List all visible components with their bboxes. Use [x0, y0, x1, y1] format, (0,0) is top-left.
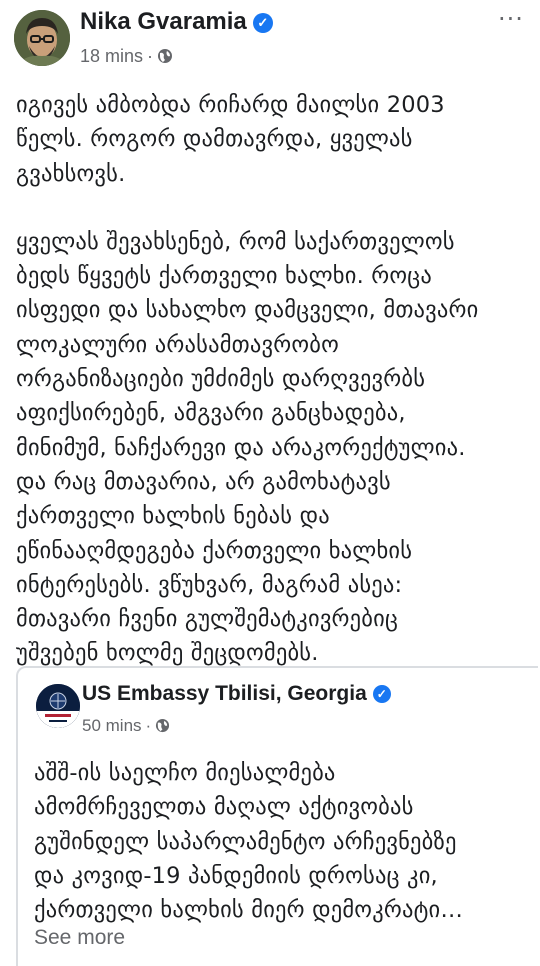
shared-post-text: აშშ-ის საელჩო მიესალმება ამომრჩეველთა მა… — [34, 760, 464, 924]
post-meta: 18 mins · — [80, 46, 173, 69]
avatar-image — [14, 10, 70, 66]
shared-author-name-text[interactable]: US Embassy Tbilisi, Georgia — [82, 682, 367, 705]
author-name-text[interactable]: Nika Gvaramia — [80, 8, 247, 35]
meta-separator: · — [147, 46, 154, 66]
shared-author-avatar[interactable] — [36, 684, 80, 728]
shared-author-name[interactable]: US Embassy Tbilisi, Georgia ✓ — [82, 682, 391, 706]
globe-icon — [157, 48, 173, 69]
meta-separator: · — [145, 716, 152, 735]
author-name[interactable]: Nika Gvaramia ✓ — [80, 8, 273, 36]
post-text: იგივეს ამბობდა რიჩარდ მაილსი 2003 წელს. … — [16, 88, 526, 671]
verified-badge-icon: ✓ — [252, 13, 273, 33]
author-avatar[interactable] — [14, 10, 70, 66]
embassy-seal-icon — [36, 684, 80, 728]
shared-post-meta: 50 mins · — [82, 716, 170, 738]
verified-badge-icon: ✓ — [372, 685, 391, 703]
see-more-link[interactable]: See more — [34, 926, 125, 950]
more-options-icon[interactable]: ··· — [496, 7, 526, 34]
post-paragraph: იგივეს ამბობდა რიჩარდ მაილსი 2003 წელს. … — [16, 92, 445, 187]
shared-post-time[interactable]: 50 mins — [82, 716, 142, 735]
globe-icon — [155, 718, 170, 738]
post-paragraph: ყველას შევახსენებ, რომ საქართველოს ბედს … — [16, 228, 479, 667]
post-header: Nika Gvaramia ✓ 18 mins · ··· — [0, 0, 540, 80]
shared-post-card[interactable]: US Embassy Tbilisi, Georgia ✓ 50 mins · აშ… — [16, 666, 538, 966]
post-time[interactable]: 18 mins — [80, 46, 143, 66]
